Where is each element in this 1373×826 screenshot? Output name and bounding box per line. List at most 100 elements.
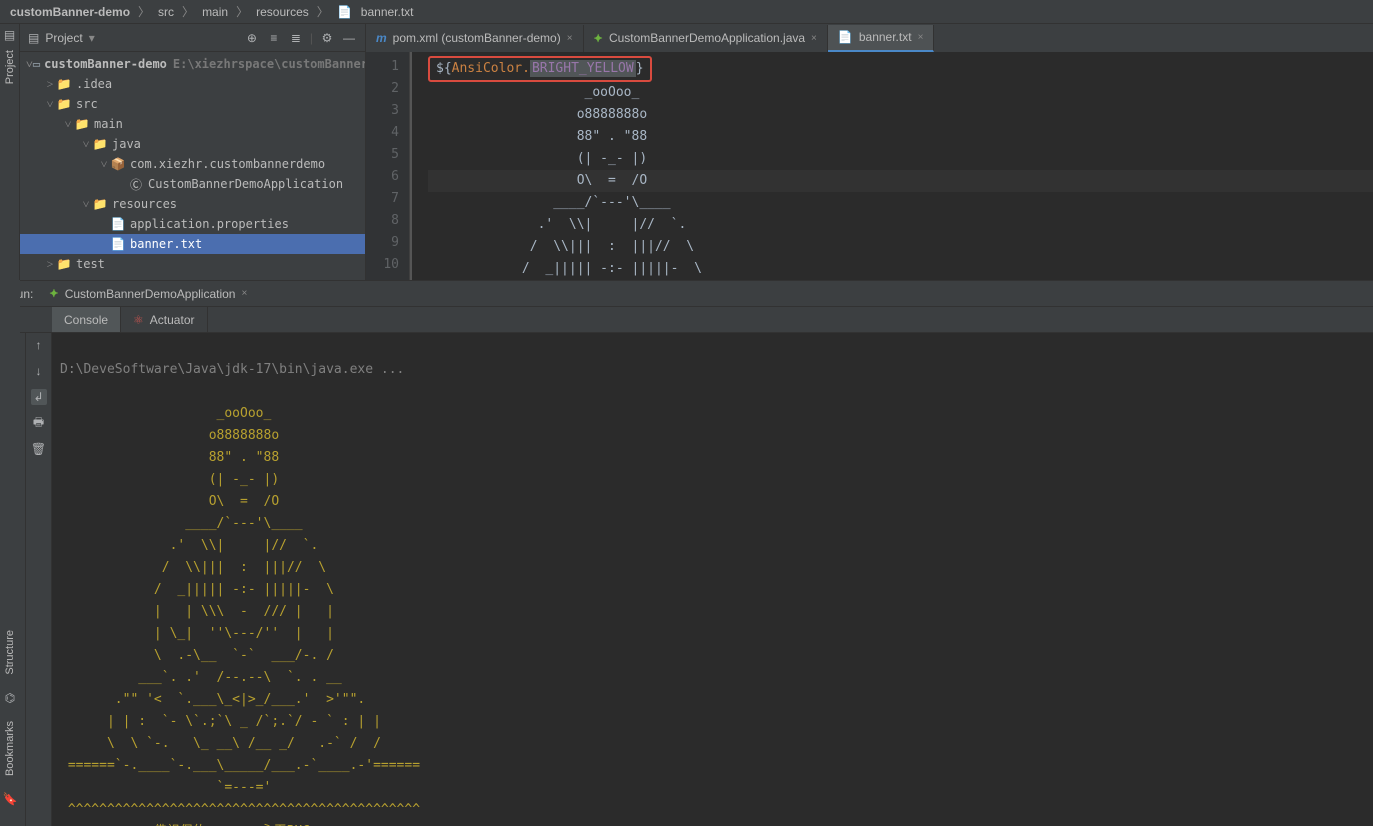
project-tool-label[interactable]: Project (4, 50, 16, 84)
tab-label: banner.txt (859, 30, 912, 44)
breadcrumb[interactable]: customBanner-demo 〉 src 〉 main 〉 resourc… (10, 3, 414, 20)
project-tree[interactable]: ˅ ▭ customBanner-demo E:\xiezhrspace\cus… (20, 52, 365, 280)
chevron-right-icon[interactable]: ˃ (44, 77, 56, 92)
tree-item-custombannerdemoapplication[interactable]: Ⓒ CustomBannerDemoApplication (20, 174, 365, 194)
tree-item-java[interactable]: ˅📁 java (20, 134, 365, 154)
expand-all-icon[interactable]: ≡ (266, 30, 282, 46)
tree-item--idea[interactable]: ˃📁 .idea (20, 74, 365, 94)
chevron-down-icon[interactable]: ˅ (62, 117, 74, 132)
tree-item-label: resources (112, 197, 177, 211)
close-icon[interactable]: × (811, 33, 817, 44)
run-toolbar-right: ↑ ↓ ↲ 🖶 🗑 (26, 333, 52, 826)
collapse-all-icon[interactable]: ≣ (288, 30, 304, 46)
hide-icon[interactable]: — (341, 30, 357, 46)
file-icon: 📄 (838, 30, 853, 44)
editor-gutter: 12345678910 (366, 52, 410, 280)
module-icon: ▭ (33, 57, 40, 71)
tree-item-main[interactable]: ˅📁main (20, 114, 365, 134)
console-output[interactable]: D:\DeveSoftware\Java\jdk-17\bin\java.exe… (52, 333, 1373, 826)
up-icon[interactable]: ↑ (31, 337, 47, 353)
tree-item-label: com.xiezhr.custombannerdemo (130, 157, 325, 171)
tab-label: CustomBannerDemoApplication.java (609, 31, 805, 45)
tree-item-label: banner.txt (130, 237, 202, 251)
dropdown-icon[interactable]: ▾ (89, 31, 95, 45)
tree-item-application-properties[interactable]: 📄application.properties (20, 214, 365, 234)
settings-icon[interactable]: ⚙ (319, 30, 335, 46)
soft-wrap-icon[interactable]: ↲ (31, 389, 47, 405)
ansi-color-directive: ${AnsiColor.BRIGHT_YELLOW} (428, 56, 652, 82)
project-tool-icon[interactable]: ▤ (4, 28, 15, 42)
folder-src-icon: 📁 (92, 137, 108, 151)
chevron-down-icon[interactable]: ˅ (80, 197, 92, 212)
tree-item-label: test (76, 257, 105, 271)
tree-item-label: src (76, 97, 98, 111)
tree-root-path: E:\xiezhrspace\customBanner (173, 57, 365, 71)
tree-root-name: customBanner-demo (44, 57, 167, 71)
folder-icon: 📁 (56, 77, 72, 91)
tree-item-resources[interactable]: ˅📁resources (20, 194, 365, 214)
editor-tab-pom-xml-custombanner-demo-[interactable]: m pom.xml (customBanner-demo) × (366, 25, 584, 52)
maven-icon: m (376, 31, 387, 45)
console-tab[interactable]: Console (52, 307, 121, 332)
crumb-root[interactable]: customBanner-demo (10, 5, 130, 19)
chevron-down-icon[interactable]: ˅ (26, 57, 33, 72)
tree-item-label: java (112, 137, 141, 151)
file-icon: 📄 (110, 237, 126, 251)
run-panel: Run: ⯌ CustomBannerDemoApplication × Con… (0, 280, 1373, 826)
console-command: D:\DeveSoftware\Java\jdk-17\bin\java.exe… (60, 362, 404, 377)
class-icon: ⯌ (594, 31, 603, 46)
crumb-file[interactable]: banner.txt (361, 5, 414, 19)
tree-item-label: CustomBannerDemoApplication (148, 177, 343, 191)
console-label: Console (64, 313, 108, 327)
actuator-tab[interactable]: ⚛ Actuator (121, 307, 207, 332)
structure-tool-label[interactable]: Structure (4, 630, 16, 675)
tree-item-test[interactable]: ˃📁 test (20, 254, 365, 274)
clear-icon[interactable]: 🗑 (31, 441, 47, 457)
console-banner: _ooOoo_ o8888888o 88" . "88 (| -_- |) O\… (60, 406, 420, 826)
chevron-right-icon: 〉 (138, 3, 150, 20)
file-icon: 📄 (110, 217, 126, 231)
project-pane: ▤ Project ▾ ⊕ ≡ ≣ | ⚙ — ˅ ▭ customBanner… (20, 24, 366, 280)
chevron-down-icon[interactable]: ˅ (80, 137, 92, 152)
folder-icon: 📁 (56, 97, 72, 111)
bookmarks-icon[interactable]: 🔖 (3, 792, 18, 806)
left-tool-rail: ▤ Project (0, 24, 20, 280)
editor-tabs: m pom.xml (customBanner-demo) × ⯌ CustomBann… (366, 24, 1373, 52)
crumb-main[interactable]: main (202, 5, 228, 19)
run-header: Run: ⯌ CustomBannerDemoApplication × (0, 281, 1373, 307)
select-opened-file-icon[interactable]: ⊕ (244, 30, 260, 46)
editor-tab-custombannerdemoapplication-java[interactable]: ⯌ CustomBannerDemoApplication.java × (584, 25, 828, 52)
file-icon: 📄 (337, 5, 353, 19)
chevron-right-icon[interactable]: ˃ (44, 257, 56, 272)
crumb-resources[interactable]: resources (256, 5, 309, 19)
close-icon[interactable]: × (918, 32, 924, 43)
tree-root[interactable]: ˅ ▭ customBanner-demo E:\xiezhrspace\cus… (20, 54, 365, 74)
tree-item-banner-txt[interactable]: 📄 banner.txt (20, 234, 365, 254)
project-pane-header: ▤ Project ▾ ⊕ ≡ ≣ | ⚙ — (20, 24, 365, 52)
package-icon: 📦 (110, 157, 126, 171)
editor-pane: m pom.xml (customBanner-demo) × ⯌ CustomBann… (366, 24, 1373, 280)
down-icon[interactable]: ↓ (31, 363, 47, 379)
run-subtabs: Console ⚛ Actuator (0, 307, 1373, 333)
close-icon[interactable]: × (567, 33, 573, 44)
folder-icon: 📁 (56, 257, 72, 271)
chevron-right-icon: 〉 (182, 3, 194, 20)
print-icon[interactable]: 🖶 (31, 415, 47, 431)
class-icon: Ⓒ (128, 177, 144, 191)
breadcrumb-bar: customBanner-demo 〉 src 〉 main 〉 resourc… (0, 0, 1373, 24)
bookmarks-tool-label[interactable]: Bookmarks (4, 721, 16, 776)
tree-item-com-xiezhr-custombannerdemo[interactable]: ˅📦 com.xiezhr.custombannerdemo (20, 154, 365, 174)
editor-tab-banner-txt[interactable]: 📄 banner.txt × (828, 25, 935, 52)
chevron-down-icon[interactable]: ˅ (44, 97, 56, 112)
run-config-tab[interactable]: ⯌ CustomBannerDemoApplication × (41, 281, 255, 306)
editor-content[interactable]: ${AnsiColor.BRIGHT_YELLOW} _ooOoo_ o8888… (412, 52, 1373, 280)
tree-item-src[interactable]: ˅📁 src (20, 94, 365, 114)
chevron-down-icon[interactable]: ˅ (98, 157, 110, 172)
project-pane-title[interactable]: Project (45, 31, 82, 45)
left-bottom-rail: Structure ⌬ Bookmarks 🔖 (0, 280, 20, 826)
tree-item-label: .idea (76, 77, 112, 91)
tab-label: pom.xml (customBanner-demo) (393, 31, 561, 45)
close-icon[interactable]: × (241, 288, 247, 299)
crumb-src[interactable]: src (158, 5, 174, 19)
structure-icon[interactable]: ⌬ (5, 691, 15, 705)
